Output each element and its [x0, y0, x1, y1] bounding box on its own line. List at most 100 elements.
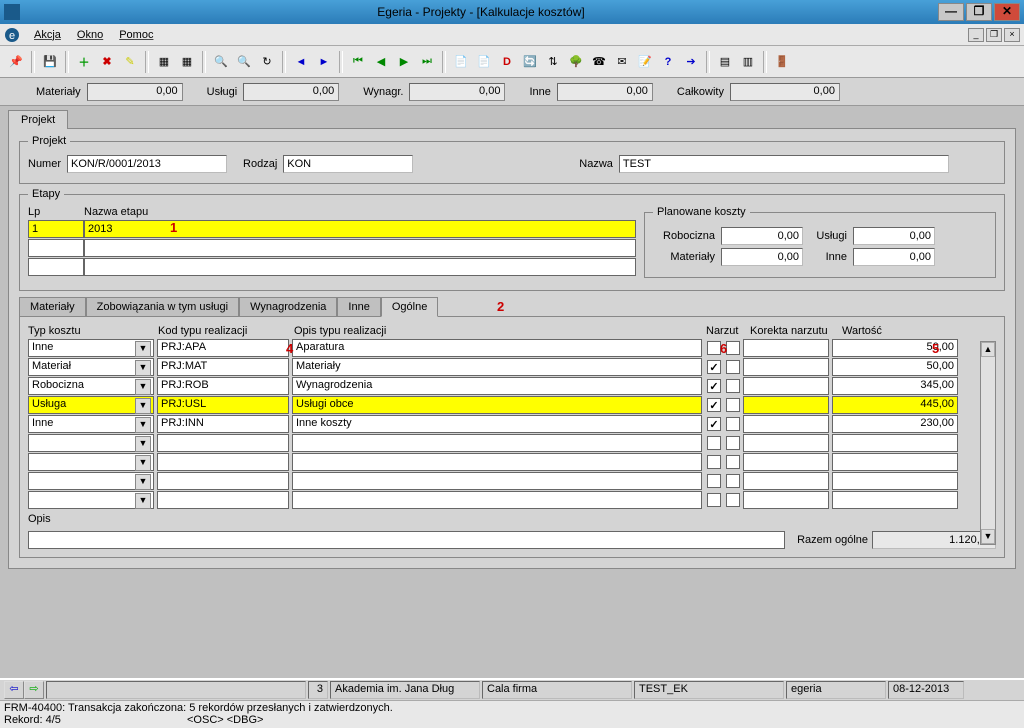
planned-inne-input[interactable]: [853, 248, 935, 266]
opis-typu-input[interactable]: [292, 434, 702, 452]
narzut-checkbox[interactable]: [707, 341, 721, 355]
etapy-nazwa-2[interactable]: [84, 258, 636, 276]
narzut-checkbox[interactable]: [707, 417, 721, 431]
tool-table2-icon[interactable]: ▥: [738, 52, 758, 72]
opis-typu-input[interactable]: [292, 491, 702, 509]
korekta-input[interactable]: [743, 491, 829, 509]
kod-input[interactable]: PRJ:APA: [157, 339, 289, 357]
opis-typu-input[interactable]: Usługi obce: [292, 396, 702, 414]
tool-delete-icon[interactable]: ✖: [97, 52, 117, 72]
tool-pin-icon[interactable]: 📌: [6, 52, 26, 72]
planned-robocizna-input[interactable]: [721, 227, 803, 245]
etapy-nazwa-1[interactable]: [84, 239, 636, 257]
tool-last-icon[interactable]: ⏭: [417, 52, 437, 72]
tool-prev-icon[interactable]: ◄: [291, 52, 311, 72]
wartosc-input[interactable]: [832, 491, 958, 509]
tool-edit-icon[interactable]: ✎: [120, 52, 140, 72]
kod-input[interactable]: PRJ:INN: [157, 415, 289, 433]
kod-input[interactable]: [157, 472, 289, 490]
wartosc-input[interactable]: 445,00: [832, 396, 958, 414]
subtab-inne[interactable]: Inne: [337, 297, 380, 316]
rodzaj-input[interactable]: [283, 155, 413, 173]
typ-kosztu-select[interactable]: [28, 434, 154, 452]
etapy-lp-2[interactable]: [28, 258, 84, 276]
menu-okno[interactable]: Okno: [69, 27, 111, 43]
kod-input[interactable]: PRJ:USL: [157, 396, 289, 414]
korekta-checkbox[interactable]: [726, 379, 740, 393]
tool-note-icon[interactable]: 📝: [635, 52, 655, 72]
tool-sort-icon[interactable]: ⇅: [543, 52, 563, 72]
tool-doc2-icon[interactable]: 📄: [474, 52, 494, 72]
kod-input[interactable]: [157, 491, 289, 509]
tool-mail-icon[interactable]: ✉: [612, 52, 632, 72]
planned-uslugi-input[interactable]: [853, 227, 935, 245]
tool-sync-icon[interactable]: 🔄: [520, 52, 540, 72]
menu-akcja[interactable]: Akcja: [26, 27, 69, 43]
typ-kosztu-select[interactable]: Inne: [28, 339, 154, 357]
typ-kosztu-select[interactable]: [28, 491, 154, 509]
tab-projekt[interactable]: Projekt: [8, 110, 68, 129]
tool-exit-icon[interactable]: 🚪: [772, 52, 792, 72]
opis-typu-input[interactable]: [292, 472, 702, 490]
typ-kosztu-select[interactable]: Usługa: [28, 396, 154, 414]
tool-table-icon[interactable]: ▤: [715, 52, 735, 72]
wartosc-input[interactable]: 345,00: [832, 377, 958, 395]
narzut-checkbox[interactable]: [707, 436, 721, 450]
korekta-checkbox[interactable]: [726, 398, 740, 412]
kod-input[interactable]: PRJ:MAT: [157, 358, 289, 376]
narzut-checkbox[interactable]: [707, 398, 721, 412]
wartosc-input[interactable]: 50,00: [832, 358, 958, 376]
kod-input[interactable]: PRJ:ROB: [157, 377, 289, 395]
tool-d-icon[interactable]: D: [497, 52, 517, 72]
korekta-input[interactable]: [743, 377, 829, 395]
numer-input[interactable]: [67, 155, 227, 173]
scroll-down-icon[interactable]: ▼: [981, 529, 995, 544]
tool-add-icon[interactable]: ＋: [74, 52, 94, 72]
tool-refresh-icon[interactable]: ↻: [257, 52, 277, 72]
korekta-checkbox[interactable]: [726, 474, 740, 488]
tool-tree-icon[interactable]: 🌳: [566, 52, 586, 72]
wartosc-input[interactable]: [832, 472, 958, 490]
etapy-lp-0[interactable]: [28, 220, 84, 238]
tool-db1-icon[interactable]: ▦: [154, 52, 174, 72]
tool-save-icon[interactable]: 💾: [40, 52, 60, 72]
korekta-input[interactable]: [743, 415, 829, 433]
opis-typu-input[interactable]: Wynagrodzenia: [292, 377, 702, 395]
korekta-checkbox[interactable]: [726, 360, 740, 374]
mdi-restore-button[interactable]: ❐: [986, 28, 1002, 42]
wartosc-input[interactable]: 230,00: [832, 415, 958, 433]
korekta-checkbox[interactable]: [726, 436, 740, 450]
narzut-checkbox[interactable]: [707, 379, 721, 393]
typ-kosztu-select[interactable]: Robocizna: [28, 377, 154, 395]
tool-next-icon[interactable]: ►: [314, 52, 334, 72]
maximize-button[interactable]: ❐: [966, 3, 992, 21]
tool-back-icon[interactable]: ◀: [371, 52, 391, 72]
opis-input[interactable]: [28, 531, 785, 549]
korekta-input[interactable]: [743, 358, 829, 376]
kod-input[interactable]: [157, 453, 289, 471]
typ-kosztu-select[interactable]: [28, 472, 154, 490]
nazwa-input[interactable]: [619, 155, 949, 173]
opis-typu-input[interactable]: [292, 453, 702, 471]
typ-kosztu-select[interactable]: Inne: [28, 415, 154, 433]
menu-pomoc[interactable]: Pomoc: [111, 27, 161, 43]
wartosc-input[interactable]: [832, 453, 958, 471]
tool-first-icon[interactable]: ⏮: [348, 52, 368, 72]
korekta-checkbox[interactable]: [726, 417, 740, 431]
narzut-checkbox[interactable]: [707, 360, 721, 374]
etapy-lp-1[interactable]: [28, 239, 84, 257]
korekta-checkbox[interactable]: [726, 341, 740, 355]
korekta-input[interactable]: [743, 434, 829, 452]
wartosc-input[interactable]: [832, 434, 958, 452]
tool-doc1-icon[interactable]: 📄: [451, 52, 471, 72]
opis-typu-input[interactable]: Materiały: [292, 358, 702, 376]
tool-phone-icon[interactable]: ☎: [589, 52, 609, 72]
close-button[interactable]: ✕: [994, 3, 1020, 21]
subtab-ogolne[interactable]: Ogólne: [381, 297, 438, 317]
tool-db2-icon[interactable]: ▦: [177, 52, 197, 72]
typ-kosztu-select[interactable]: [28, 453, 154, 471]
korekta-input[interactable]: [743, 339, 829, 357]
etapy-nazwa-0[interactable]: [84, 220, 636, 238]
planned-materialy-input[interactable]: [721, 248, 803, 266]
tool-goto-icon[interactable]: ➔: [681, 52, 701, 72]
